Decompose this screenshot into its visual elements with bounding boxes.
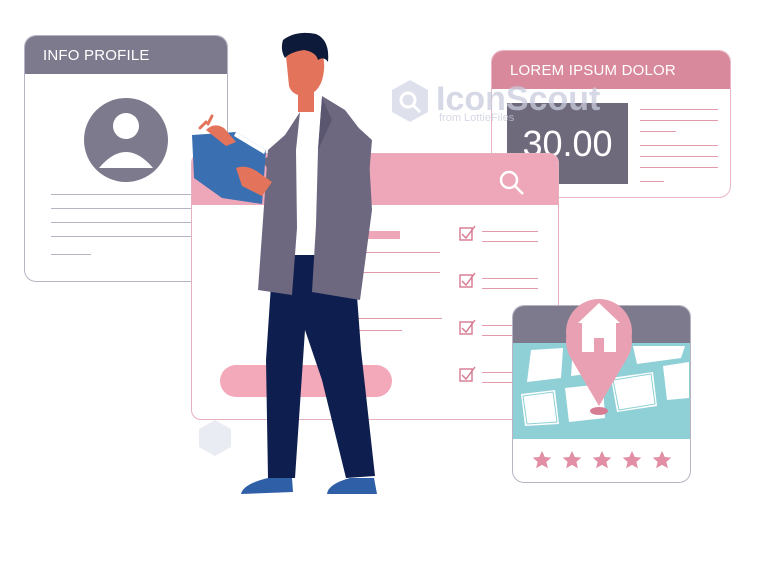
- person-illustration: [192, 32, 377, 494]
- left-shoe: [241, 478, 293, 494]
- jacket: [258, 112, 300, 295]
- right-shoe: [327, 478, 377, 494]
